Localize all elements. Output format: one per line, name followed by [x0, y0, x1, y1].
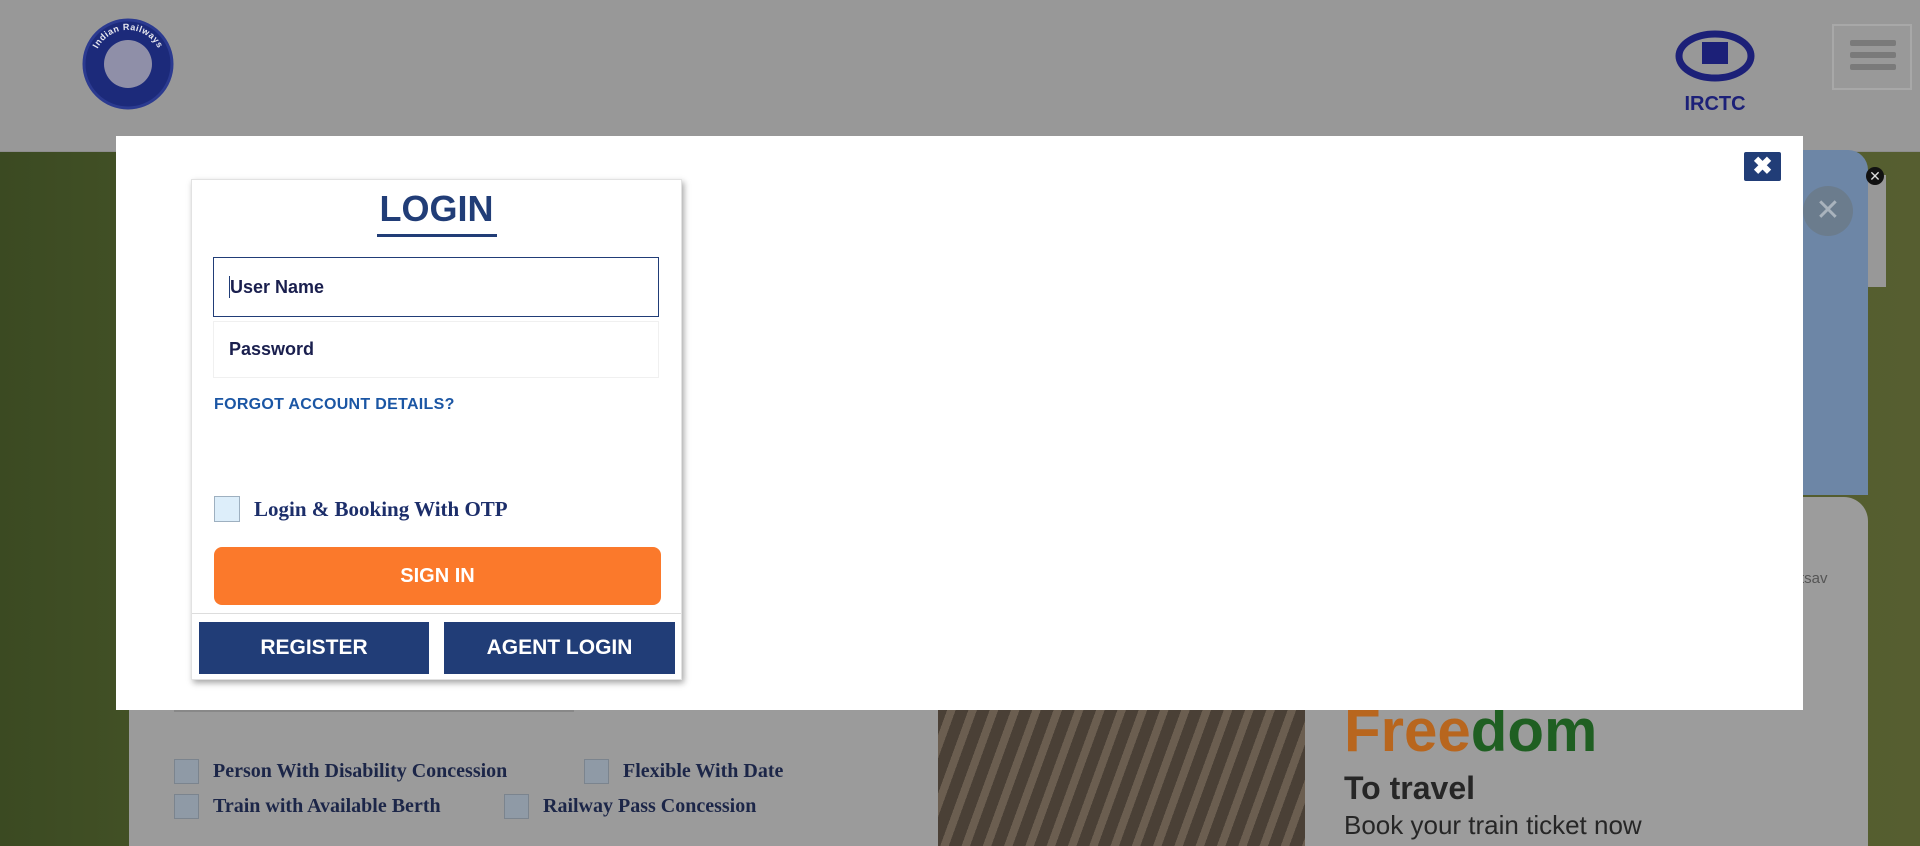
sign-in-button[interactable]: SIGN IN [214, 547, 661, 605]
background-side-ad [1868, 175, 1886, 287]
modal-close-button[interactable]: ✖ [1744, 152, 1781, 181]
checkbox[interactable] [584, 759, 609, 784]
promo-text: Book your train ticket now [1344, 810, 1642, 840]
site-header: Indian Railways IRCTC [0, 0, 1920, 152]
otp-label: Login & Booking With OTP [254, 496, 508, 521]
login-card: LOGIN User Name Password FORGOT ACCOUNT … [191, 179, 682, 680]
indian-railways-logo[interactable]: Indian Railways [82, 18, 174, 110]
checkbox[interactable] [174, 759, 199, 784]
option-available-berth[interactable]: Train with Available Berth [174, 794, 441, 819]
ad-close-icon[interactable]: ✕ [1803, 186, 1853, 236]
irctc-logo[interactable]: IRCTC [1670, 14, 1760, 114]
option-disability[interactable]: Person With Disability Concession [174, 759, 507, 784]
password-input[interactable]: Password [213, 321, 659, 378]
login-title: LOGIN [379, 188, 494, 229]
promo-subtitle: To travel [1344, 770, 1475, 806]
username-input[interactable]: User Name [213, 257, 659, 317]
option-label: Train with Available Berth [213, 795, 441, 817]
close-icon: ✖ [1752, 153, 1773, 180]
side-ad-close-icon[interactable]: ✕ [1866, 167, 1884, 185]
irctc-logo-text: IRCTC [1684, 93, 1745, 114]
hamburger-menu-button[interactable] [1832, 24, 1912, 90]
promo-utsav-text: tsav [1800, 570, 1828, 587]
password-placeholder: Password [229, 339, 315, 359]
otp-checkbox[interactable] [214, 496, 240, 522]
divider [192, 613, 681, 614]
background-rail-image [938, 700, 1305, 846]
register-button[interactable]: REGISTER [199, 622, 429, 674]
option-label: Person With Disability Concession [213, 760, 508, 782]
option-flexible-date[interactable]: Flexible With Date [584, 759, 783, 784]
option-label: Railway Pass Concession [543, 795, 757, 817]
username-placeholder: User Name [230, 276, 325, 297]
title-underline [377, 234, 497, 237]
otp-option[interactable]: Login & Booking With OTP [214, 496, 508, 522]
agent-login-button[interactable]: AGENT LOGIN [444, 622, 675, 674]
option-railway-pass[interactable]: Railway Pass Concession [504, 794, 756, 819]
forgot-account-link[interactable]: FORGOT ACCOUNT DETAILS? [214, 396, 455, 414]
checkbox[interactable] [504, 794, 529, 819]
checkbox[interactable] [174, 794, 199, 819]
option-label: Flexible With Date [623, 760, 784, 782]
